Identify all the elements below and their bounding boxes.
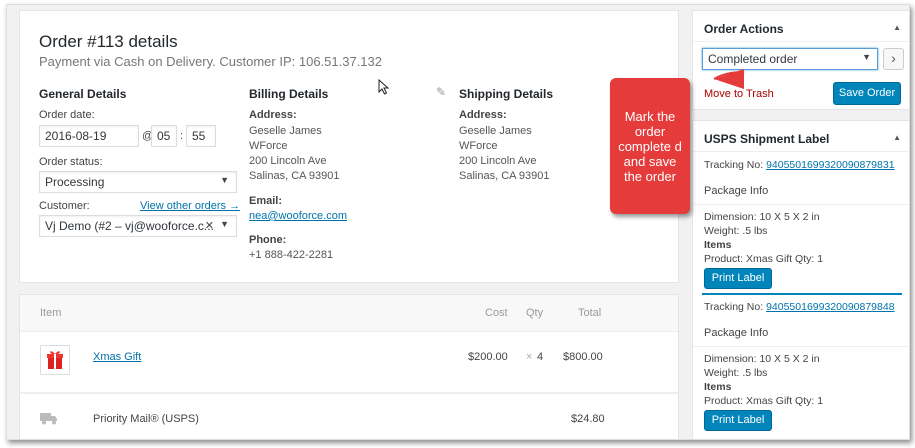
shipping-address-line: Salinas, CA 93901 bbox=[459, 170, 550, 182]
order-date-label: Order date: bbox=[39, 109, 95, 121]
customer-label: Customer: bbox=[39, 200, 90, 212]
package-info-heading: Package Info bbox=[704, 327, 769, 339]
tracking-row: Tracking No: 9405501699320090879848 bbox=[704, 300, 904, 314]
divider bbox=[693, 41, 909, 42]
chevron-down-icon: ▼ bbox=[220, 175, 229, 185]
mouse-cursor-icon bbox=[378, 79, 390, 95]
order-date-input[interactable]: 2016-08-19 bbox=[39, 125, 139, 147]
callout-pointer bbox=[713, 69, 745, 89]
shipping-row: Priority Mail® (USPS) $24.80 bbox=[20, 393, 678, 439]
billing-details-heading: Billing Details bbox=[249, 87, 329, 101]
billing-address-line: 200 Lincoln Ave bbox=[249, 155, 327, 167]
package-product: Product: Xmas Gift Qty: 1 bbox=[704, 395, 824, 407]
order-status-label: Order status: bbox=[39, 156, 103, 168]
callout-annotation: Mark the order complete d and save the o… bbox=[610, 78, 690, 214]
package-weight: Weight: .5 lbs bbox=[704, 367, 768, 379]
item-qty-x: × bbox=[526, 351, 533, 363]
divider bbox=[693, 346, 909, 347]
total-column-header: Total bbox=[578, 307, 602, 319]
shipping-details-heading: Shipping Details bbox=[459, 87, 554, 101]
time-colon: : bbox=[180, 130, 184, 142]
order-items-panel: Item Cost Qty Total Xmas Gift $200.00 × … bbox=[19, 294, 679, 439]
arrow-right-icon: › bbox=[891, 50, 896, 66]
shipping-address: Geselle James WForce 200 Lincoln Ave Sal… bbox=[459, 124, 550, 184]
billing-address-line: Geselle James bbox=[249, 125, 322, 137]
apply-action-button[interactable]: › bbox=[883, 48, 904, 70]
items-heading: Items bbox=[704, 381, 732, 393]
item-column-header: Item bbox=[40, 307, 62, 319]
chevron-down-icon: ▼ bbox=[220, 219, 229, 229]
print-label-button[interactable]: Print Label bbox=[704, 410, 772, 431]
shipment-label-block: Tracking No: 9405501699320090879848 Pack… bbox=[693, 300, 909, 431]
collapse-icon[interactable]: ▲ bbox=[893, 23, 901, 32]
general-details-heading: General Details bbox=[39, 87, 127, 101]
gift-box-icon bbox=[40, 345, 70, 375]
order-subtitle: Payment via Cash on Delivery. Customer I… bbox=[39, 54, 382, 69]
usps-title: USPS Shipment Label bbox=[704, 132, 830, 146]
billing-email-label: Email: bbox=[249, 195, 283, 207]
page-title: Order #113 details bbox=[39, 32, 178, 51]
screenshot-frame: Order #113 details Payment via Cash on D… bbox=[6, 4, 910, 440]
item-cost: $200.00 bbox=[468, 351, 508, 363]
collapse-icon[interactable]: ▲ bbox=[893, 133, 901, 142]
package-dimension: Dimension: 10 X 5 X 2 in bbox=[704, 211, 820, 223]
shipping-method-name: Priority Mail® (USPS) bbox=[93, 413, 199, 425]
tracking-number-link[interactable]: 9405501699320090879848 bbox=[766, 301, 894, 313]
item-qty: 4 bbox=[537, 351, 544, 363]
billing-address-line: Salinas, CA 93901 bbox=[249, 170, 340, 182]
tracking-label: Tracking No: bbox=[704, 159, 764, 171]
customer-value: Vj Demo (#2 – vj@wooforce.c... bbox=[45, 219, 214, 233]
cost-column-header: Cost bbox=[485, 307, 508, 319]
order-minute-input[interactable]: 55 bbox=[186, 125, 216, 147]
usps-label-panel: USPS Shipment Label ▲ Tracking No: 94055… bbox=[692, 120, 909, 439]
order-status-select[interactable]: Processing ▼ bbox=[39, 171, 237, 193]
divider bbox=[693, 204, 909, 205]
billing-address-line: WForce bbox=[249, 140, 288, 152]
tracking-row: Tracking No: 9405501699320090879831 bbox=[704, 158, 904, 172]
item-total: $800.00 bbox=[563, 351, 603, 363]
save-order-button[interactable]: Save Order bbox=[833, 82, 901, 105]
table-row: Xmas Gift $200.00 × 4 $800.00 bbox=[20, 332, 678, 393]
billing-phone-label: Phone: bbox=[249, 234, 287, 246]
qty-column-header: Qty bbox=[526, 307, 544, 319]
package-weight: Weight: .5 lbs bbox=[704, 225, 768, 237]
chevron-down-icon: ▼ bbox=[862, 52, 871, 62]
package-dimension: Dimension: 10 X 5 X 2 in bbox=[704, 353, 820, 365]
billing-email-link[interactable]: nea@wooforce.com bbox=[249, 210, 347, 222]
clear-icon[interactable]: ✕ bbox=[205, 219, 214, 232]
order-hour-input[interactable]: 05 bbox=[151, 125, 177, 147]
shipping-address-line: 200 Lincoln Ave bbox=[459, 155, 537, 167]
package-product: Product: Xmas Gift Qty: 1 bbox=[704, 253, 824, 265]
items-header-row: Item Cost Qty Total bbox=[20, 295, 678, 332]
divider bbox=[693, 151, 909, 152]
callout-text: Mark the order complete d and save the o… bbox=[618, 108, 682, 184]
item-name-link[interactable]: Xmas Gift bbox=[93, 351, 141, 363]
label-separator bbox=[702, 293, 902, 295]
shipping-total: $24.80 bbox=[571, 413, 605, 425]
package-info-heading: Package Info bbox=[704, 185, 769, 197]
tracking-number-link[interactable]: 9405501699320090879831 bbox=[766, 159, 894, 171]
tracking-label: Tracking No: bbox=[704, 301, 764, 313]
truck-icon bbox=[40, 411, 58, 430]
print-label-button[interactable]: Print Label bbox=[704, 268, 772, 289]
shipping-address-line: WForce bbox=[459, 140, 498, 152]
shipment-label-block: Tracking No: 9405501699320090879831 Pack… bbox=[693, 158, 909, 289]
view-other-orders-link[interactable]: View other orders → bbox=[140, 200, 240, 212]
order-status-value: Processing bbox=[45, 175, 105, 189]
order-details-panel: Order #113 details Payment via Cash on D… bbox=[19, 10, 679, 283]
order-actions-title: Order Actions bbox=[704, 22, 784, 36]
pencil-icon[interactable]: ✎ bbox=[436, 85, 446, 99]
shipping-address-line: Geselle James bbox=[459, 125, 532, 137]
customer-select[interactable]: Vj Demo (#2 – vj@wooforce.c... ✕ ▼ bbox=[39, 215, 237, 237]
shipping-address-label: Address: bbox=[459, 109, 507, 121]
billing-address: Geselle James WForce 200 Lincoln Ave Sal… bbox=[249, 124, 340, 184]
billing-phone-value: +1 888-422-2281 bbox=[249, 249, 334, 261]
items-heading: Items bbox=[704, 239, 732, 251]
billing-address-label: Address: bbox=[249, 109, 297, 121]
